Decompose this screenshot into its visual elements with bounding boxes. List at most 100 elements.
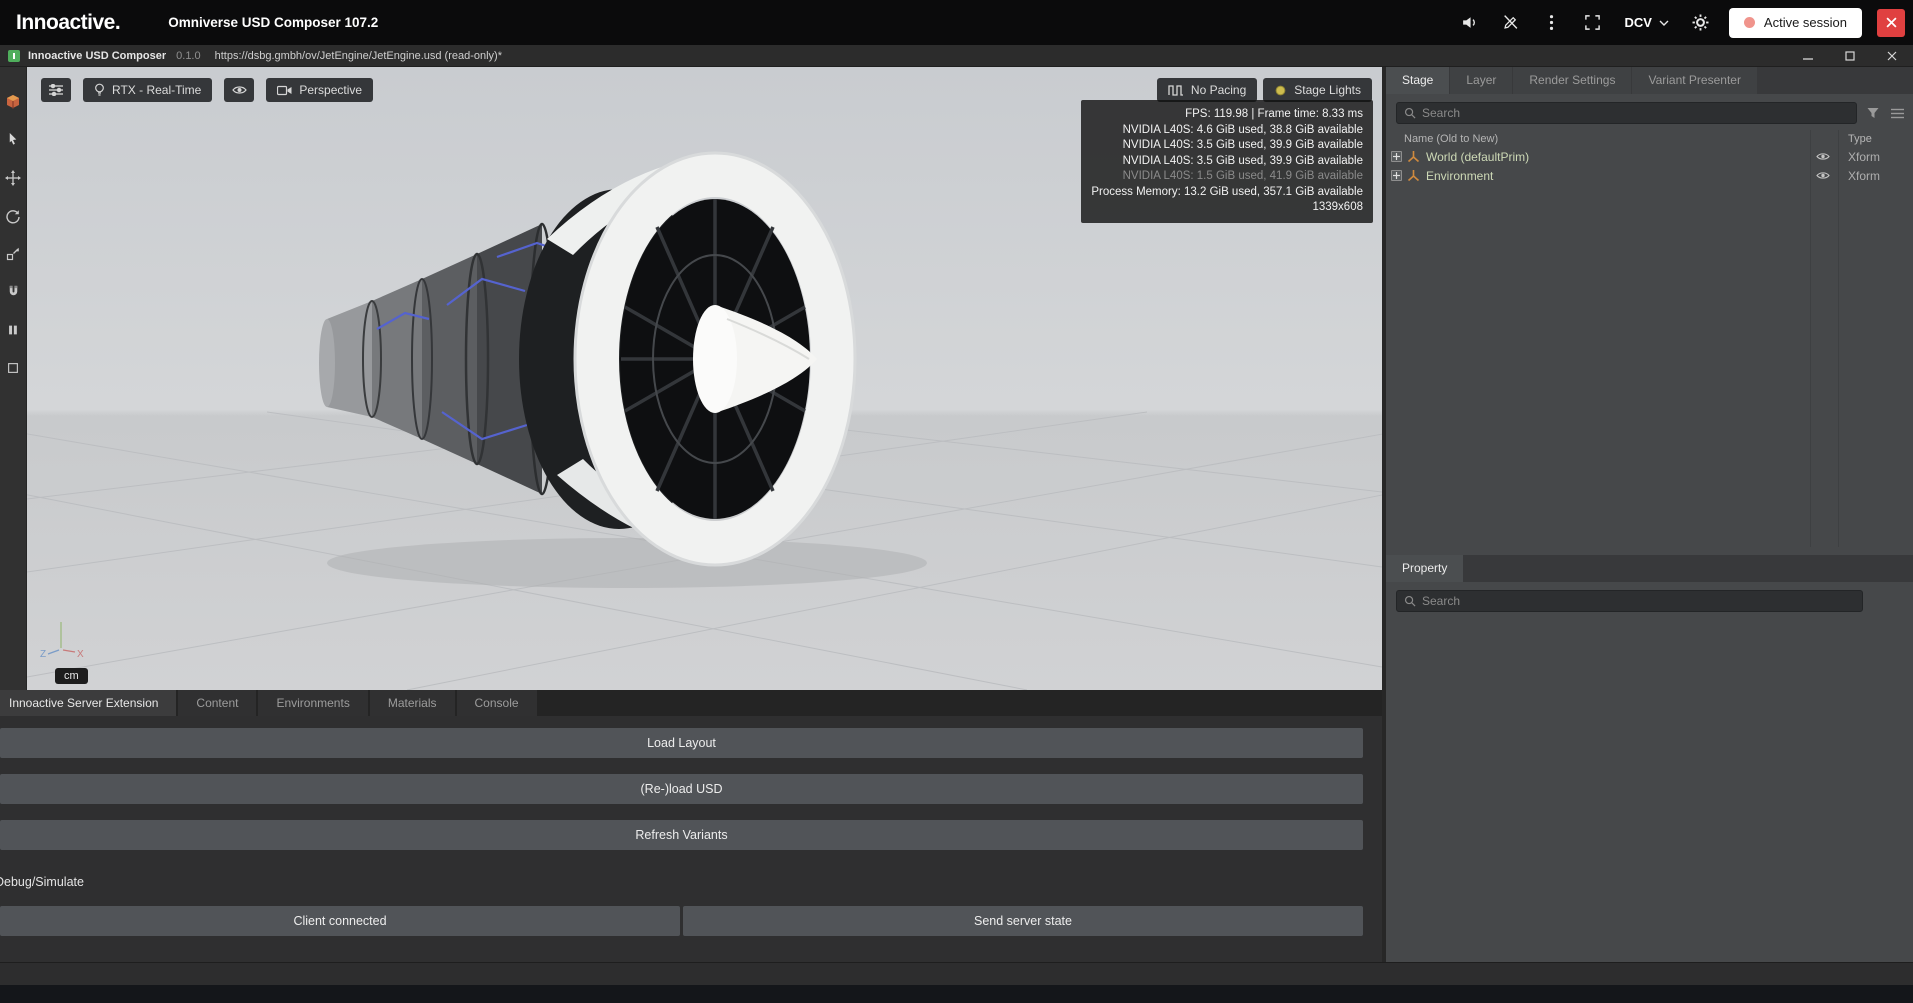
type-column-header[interactable]: Type (1848, 133, 1872, 145)
tab-property[interactable]: Property (1386, 555, 1463, 582)
select-tool-icon[interactable] (5, 131, 22, 148)
scale-tool-icon[interactable] (5, 245, 22, 262)
reload-usd-button[interactable]: (Re-)load USD (0, 774, 1363, 804)
document-url: https://dsbg.gmbh/ov/JetEngine/JetEngine… (215, 50, 502, 62)
stage-lights-button[interactable]: Stage Lights (1263, 78, 1372, 102)
stage-tree: Name (Old to New) Type World (defaultPri… (1386, 130, 1913, 555)
annotation-off-icon[interactable] (1497, 10, 1523, 36)
camera-dropdown[interactable]: Perspective (266, 78, 373, 102)
axis-x-label: X (77, 649, 84, 660)
volume-icon[interactable] (1456, 10, 1482, 36)
fullscreen-icon[interactable] (1579, 10, 1605, 36)
prim-name: Environment (1426, 169, 1493, 183)
property-empty-area (1386, 618, 1913, 962)
axis-gizmo[interactable]: Z X (39, 612, 85, 660)
lightbulb-icon (94, 83, 105, 97)
viewport-settings-button[interactable] (41, 78, 71, 102)
property-search-input[interactable] (1422, 594, 1855, 608)
expand-icon[interactable] (1391, 170, 1402, 181)
dcv-label: DCV (1624, 15, 1651, 30)
stat-gpu4: NVIDIA L40S: 1.5 GiB used, 41.9 GiB avai… (1091, 169, 1363, 185)
visibility-eye-icon[interactable] (1814, 171, 1832, 180)
transform-tool-icon[interactable] (5, 93, 22, 110)
window-app-name: Innoactive USD Composer (28, 50, 166, 62)
property-tab-bar: Property (1386, 555, 1913, 582)
search-icon (1404, 595, 1416, 607)
minimize-button[interactable] (1787, 45, 1829, 67)
tab-innoactive-server-extension[interactable]: Innoactive Server Extension (0, 690, 176, 716)
close-session-button[interactable] (1877, 9, 1905, 37)
sliders-icon (49, 84, 63, 96)
property-panel: Property (1386, 555, 1913, 962)
load-layout-button[interactable]: Load Layout (0, 728, 1363, 758)
axis-z-label: Z (40, 649, 46, 660)
client-connected-button[interactable]: Client connected (0, 906, 680, 936)
app-window: Innoactive. Omniverse USD Composer 107.2… (0, 0, 1913, 1003)
visibility-menu-button[interactable] (224, 78, 254, 102)
maximize-button[interactable] (1829, 45, 1871, 67)
tab-console[interactable]: Console (457, 690, 537, 716)
units-badge[interactable]: cm (55, 668, 88, 684)
active-session-button[interactable]: Active session (1729, 8, 1862, 38)
frame-tool-icon[interactable] (5, 359, 22, 376)
stage-tree-row-world[interactable]: World (defaultPrim) Xform (1386, 147, 1913, 166)
viewport[interactable]: RTX - Real-Time Perspective No Pacing St… (27, 67, 1382, 690)
camera-icon (277, 85, 292, 96)
stage-lights-icon (1274, 84, 1287, 97)
stage-search-input[interactable] (1422, 106, 1849, 120)
tab-stage[interactable]: Stage (1386, 67, 1449, 94)
move-tool-icon[interactable] (5, 169, 22, 186)
no-pacing-button[interactable]: No Pacing (1157, 78, 1257, 102)
camera-label: Perspective (299, 83, 362, 97)
panels-tool-icon[interactable] (5, 321, 22, 338)
send-server-state-button[interactable]: Send server state (683, 906, 1363, 936)
expand-icon[interactable] (1391, 151, 1402, 162)
stat-memory: Process Memory: 13.2 GiB used, 357.1 GiB… (1091, 185, 1363, 201)
dcv-protocol-dropdown[interactable]: DCV (1624, 15, 1668, 30)
name-column-header[interactable]: Name (Old to New) (1404, 133, 1498, 145)
debug-simulate-label: Debug/Simulate (0, 875, 1382, 889)
stage-tree-row-environment[interactable]: Environment Xform (1386, 166, 1913, 185)
streaming-top-bar: Innoactive. Omniverse USD Composer 107.2… (0, 0, 1913, 45)
tab-variant-presenter[interactable]: Variant Presenter (1632, 67, 1757, 94)
rotate-tool-icon[interactable] (5, 207, 22, 224)
session-label: Active session (1764, 15, 1847, 30)
bottom-panel: Innoactive Server Extension Content Envi… (0, 690, 1382, 962)
stat-gpu2: NVIDIA L40S: 3.5 GiB used, 39.9 GiB avai… (1091, 138, 1363, 154)
close-icon (1886, 17, 1897, 28)
app-icon (8, 50, 20, 62)
snap-tool-icon[interactable] (5, 283, 22, 300)
right-panel: Stage Layer Render Settings Variant Pres… (1386, 67, 1913, 962)
tab-render-settings[interactable]: Render Settings (1513, 67, 1631, 94)
refresh-variants-button[interactable]: Refresh Variants (0, 820, 1363, 850)
kebab-menu-icon[interactable] (1538, 10, 1564, 36)
chevron-down-icon (1659, 20, 1669, 26)
engine-shadow (327, 538, 927, 588)
filter-icon[interactable] (1865, 107, 1881, 119)
visibility-eye-icon[interactable] (1814, 152, 1832, 161)
stage-search-box (1396, 102, 1857, 124)
stage-column-headers: Name (Old to New) Type (1386, 130, 1913, 147)
tab-content[interactable]: Content (178, 690, 256, 716)
column-divider (1838, 130, 1839, 547)
pacing-icon (1168, 85, 1184, 96)
performance-stats-overlay: FPS: 119.98 | Frame time: 8.33 ms NVIDIA… (1081, 100, 1373, 223)
list-options-icon[interactable] (1889, 108, 1905, 119)
tab-materials[interactable]: Materials (370, 690, 455, 716)
stat-resolution: 1339x608 (1091, 200, 1363, 216)
prim-name: World (defaultPrim) (1426, 150, 1529, 164)
eye-icon (232, 85, 247, 95)
settings-gear-icon[interactable] (1688, 10, 1714, 36)
renderer-dropdown[interactable]: RTX - Real-Time (83, 78, 212, 102)
session-status-dot (1744, 17, 1755, 28)
property-search-box (1396, 590, 1863, 612)
tab-environments[interactable]: Environments (258, 690, 367, 716)
stat-fps: FPS: 119.98 | Frame time: 8.33 ms (1091, 107, 1363, 123)
status-band (0, 962, 1913, 985)
bottom-strip (0, 985, 1913, 1003)
stat-gpu1: NVIDIA L40S: 4.6 GiB used, 38.8 GiB avai… (1091, 123, 1363, 139)
tab-layer[interactable]: Layer (1450, 67, 1512, 94)
window-close-button[interactable] (1871, 45, 1913, 67)
app-title: Omniverse USD Composer 107.2 (168, 15, 378, 30)
viewport-left-toolbar (0, 67, 27, 690)
